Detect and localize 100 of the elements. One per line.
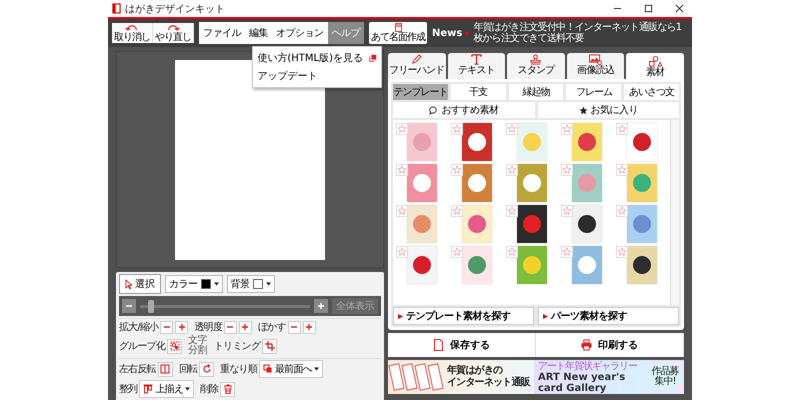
template-thumbnail[interactable] — [462, 205, 492, 243]
category-tab[interactable]: フレーム — [566, 84, 622, 100]
tool-tab[interactable]: フリーハンド — [388, 53, 446, 79]
favorite-star-icon[interactable] — [506, 123, 518, 135]
template-thumbnail[interactable] — [406, 123, 436, 161]
scrollbar[interactable] — [670, 120, 679, 305]
crop-icon — [264, 341, 275, 351]
triangle-icon — [543, 314, 548, 318]
template-thumbnail[interactable] — [516, 205, 546, 243]
decrease-button[interactable] — [288, 320, 301, 334]
history-button[interactable]: やり直し — [153, 23, 194, 43]
filter-button[interactable]: お気に入り — [538, 102, 679, 118]
tool-label: 整列 — [119, 383, 138, 396]
favorite-star-icon[interactable] — [506, 246, 518, 258]
favorite-star-icon[interactable] — [616, 164, 628, 176]
tool-button[interactable] — [199, 362, 214, 376]
tool-tab[interactable]: 画像読込 — [566, 53, 624, 79]
background-picker[interactable]: 背景 — [226, 275, 274, 293]
close-icon[interactable] — [675, 4, 684, 13]
cursor-icon — [125, 278, 132, 290]
template-thumbnail[interactable] — [516, 246, 546, 284]
history-button[interactable]: 取り消し — [112, 23, 153, 43]
banner-text: 年賀はがきの — [447, 365, 504, 377]
template-thumbnail[interactable] — [572, 246, 602, 284]
action-button[interactable]: 保存する — [388, 333, 536, 357]
slider-thumb[interactable] — [148, 300, 154, 312]
favorite-star-icon[interactable] — [561, 246, 573, 258]
template-thumbnail[interactable] — [462, 123, 492, 161]
template-thumbnail[interactable] — [626, 205, 656, 243]
favorite-star-icon[interactable] — [561, 205, 573, 217]
favorite-star-icon[interactable] — [396, 123, 408, 135]
favorite-star-icon[interactable] — [561, 123, 573, 135]
color-swatch — [200, 279, 210, 289]
dropdown-button[interactable]: 上揃え — [139, 380, 194, 398]
category-tab[interactable]: テンプレート — [393, 84, 448, 100]
postcard-icon — [394, 23, 402, 32]
search-link-button[interactable]: テンプレート素材を探す — [393, 307, 534, 325]
favorite-star-icon[interactable] — [616, 123, 628, 135]
increase-button[interactable] — [238, 320, 252, 334]
favorite-star-icon[interactable] — [396, 164, 408, 176]
category-tab[interactable]: 縁起物 — [508, 84, 564, 100]
shop-banner[interactable]: 年賀はがきの インターネット通販 — [388, 360, 534, 394]
zoom-in-button[interactable] — [314, 299, 328, 313]
layers-icon — [263, 364, 274, 374]
favorite-star-icon[interactable] — [451, 123, 463, 135]
category-tab[interactable]: 干支 — [450, 84, 506, 100]
favorite-star-icon[interactable] — [616, 246, 628, 258]
template-thumbnail[interactable] — [462, 164, 492, 202]
template-thumbnail[interactable] — [626, 164, 656, 202]
template-thumbnail[interactable] — [626, 246, 656, 284]
maximize-icon[interactable] — [644, 4, 653, 13]
select-tool-button[interactable]: 選択 — [119, 274, 161, 294]
tool-tab[interactable]: 素材 — [626, 53, 684, 79]
template-thumbnail[interactable] — [572, 123, 602, 161]
tool-label: ぼかす — [258, 321, 286, 334]
book-icon — [160, 364, 170, 374]
increase-button[interactable] — [302, 320, 316, 334]
template-thumbnail[interactable] — [406, 205, 436, 243]
tool-button[interactable] — [167, 338, 182, 354]
news-label: News — [432, 28, 462, 38]
favorite-star-icon[interactable] — [451, 164, 463, 176]
tool-button[interactable] — [158, 362, 173, 376]
news-text[interactable]: 年賀はがき注文受付中！インターネット通販なら1枚から注文できて送料不要 — [473, 22, 688, 44]
template-thumbnail[interactable] — [572, 164, 602, 202]
trash-icon — [222, 384, 233, 394]
rotate-icon — [202, 364, 212, 374]
template-thumbnail[interactable] — [516, 123, 546, 161]
favorite-star-icon[interactable] — [396, 246, 408, 258]
tool-tab[interactable]: スタンプ — [507, 53, 565, 79]
favorite-star-icon[interactable] — [451, 205, 463, 217]
favorite-star-icon[interactable] — [396, 205, 408, 217]
dropdown-button[interactable]: 最前面へ — [259, 360, 323, 378]
zoom-out-button[interactable] — [122, 299, 136, 313]
decrease-button[interactable] — [224, 320, 237, 334]
favorite-star-icon[interactable] — [616, 205, 628, 217]
favorite-star-icon[interactable] — [506, 164, 518, 176]
template-thumbnail[interactable] — [572, 205, 602, 243]
template-thumbnail[interactable] — [516, 164, 546, 202]
filter-button[interactable]: おすすめ素材 — [393, 102, 534, 118]
triangle-icon — [398, 314, 403, 318]
tool-tab[interactable]: テキスト — [448, 53, 506, 79]
template-thumbnail[interactable] — [626, 123, 656, 161]
banner-caption: アート年賀状ギャラリー — [538, 360, 638, 372]
template-thumbnail[interactable] — [406, 246, 436, 284]
plus-icon — [241, 323, 250, 331]
favorite-star-icon[interactable] — [451, 246, 463, 258]
address-side-button[interactable]: あて名面作成 — [369, 22, 427, 44]
tool-button[interactable] — [262, 338, 278, 354]
favorite-star-icon[interactable] — [561, 164, 573, 176]
decrease-button[interactable] — [160, 320, 174, 334]
color-picker[interactable]: カラー — [165, 275, 222, 293]
tool-button[interactable] — [220, 382, 236, 396]
search-link-button[interactable]: パーツ素材を探す — [538, 307, 679, 325]
favorite-star-icon[interactable] — [506, 205, 518, 217]
window-title: はがきデザインキット — [125, 2, 225, 16]
category-tab[interactable]: あいさつ文 — [624, 84, 679, 100]
template-thumbnail[interactable] — [406, 164, 436, 202]
increase-button[interactable] — [175, 320, 188, 334]
gallery-banner[interactable]: アート年賀状ギャラリー ART New year's card Gallery 作品募集中! — [534, 360, 684, 394]
template-thumbnail[interactable] — [462, 246, 492, 284]
